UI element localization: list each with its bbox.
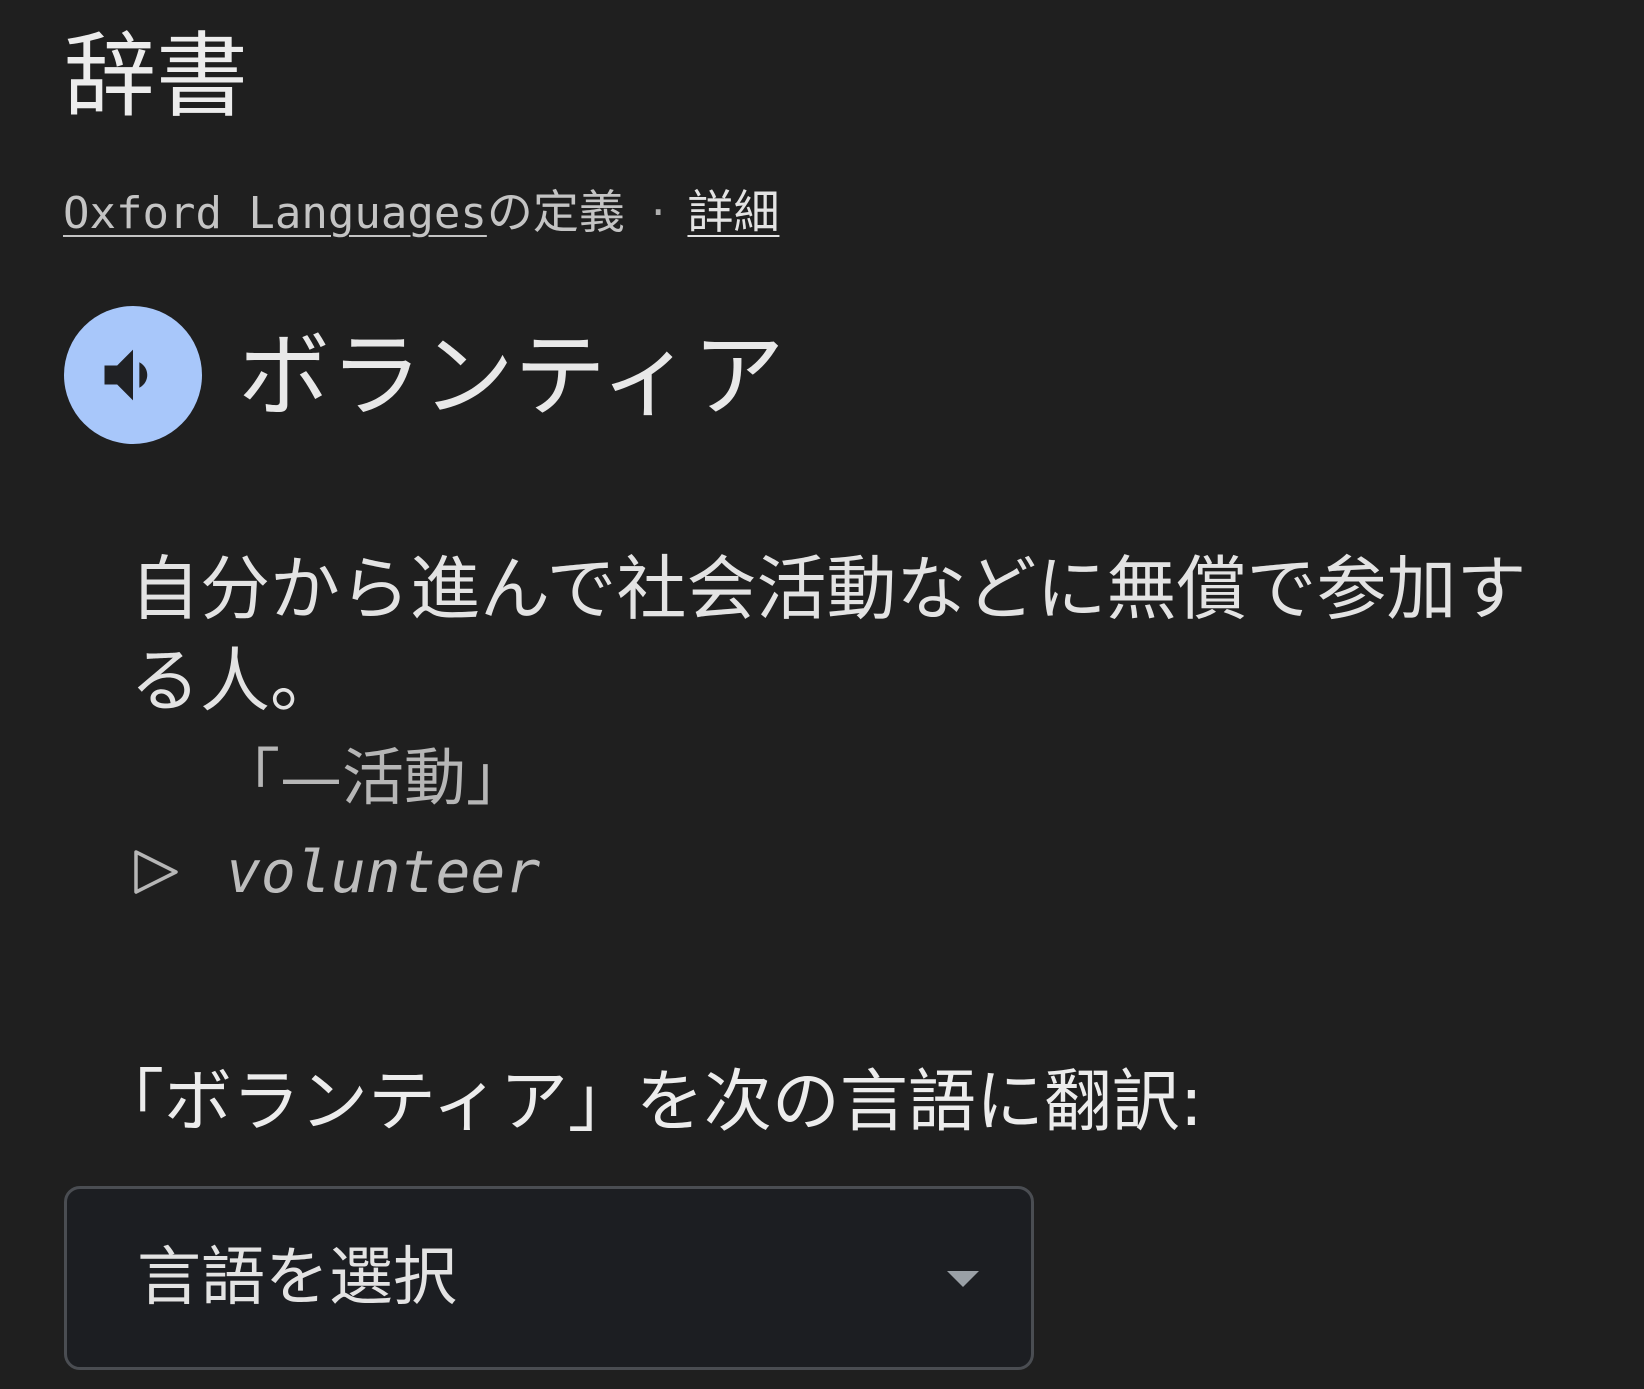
definition-text: 自分から進んで社会活動などに無償で参加する人。 (130, 548, 1527, 722)
english-translation: volunteer (226, 838, 541, 906)
volume-up-icon (104, 349, 148, 401)
caret-down-icon (947, 1271, 979, 1287)
details-link[interactable]: 詳細 (687, 185, 779, 239)
oxford-languages-link[interactable]: Oxford Languages (63, 188, 487, 239)
source-suffix: の定義 (486, 185, 625, 239)
headword: ボランティア (238, 323, 785, 430)
page-title: 辞書 (64, 23, 249, 130)
play-triangle-outline-icon (128, 844, 184, 900)
pronunciation-button[interactable] (64, 306, 202, 444)
language-select[interactable]: 言語を選択 (64, 1186, 1034, 1370)
translate-label: 「ボランティア」を次の言語に翻訳: (96, 1063, 1203, 1142)
source-attribution: Oxford Languagesの定義 · 詳細 (63, 180, 779, 246)
usage-example: 「—活動」 (218, 741, 529, 814)
separator-dot: · (650, 185, 666, 239)
language-select-value: 言語を選択 (137, 1241, 457, 1315)
translation-expander[interactable]: volunteer (128, 832, 540, 912)
